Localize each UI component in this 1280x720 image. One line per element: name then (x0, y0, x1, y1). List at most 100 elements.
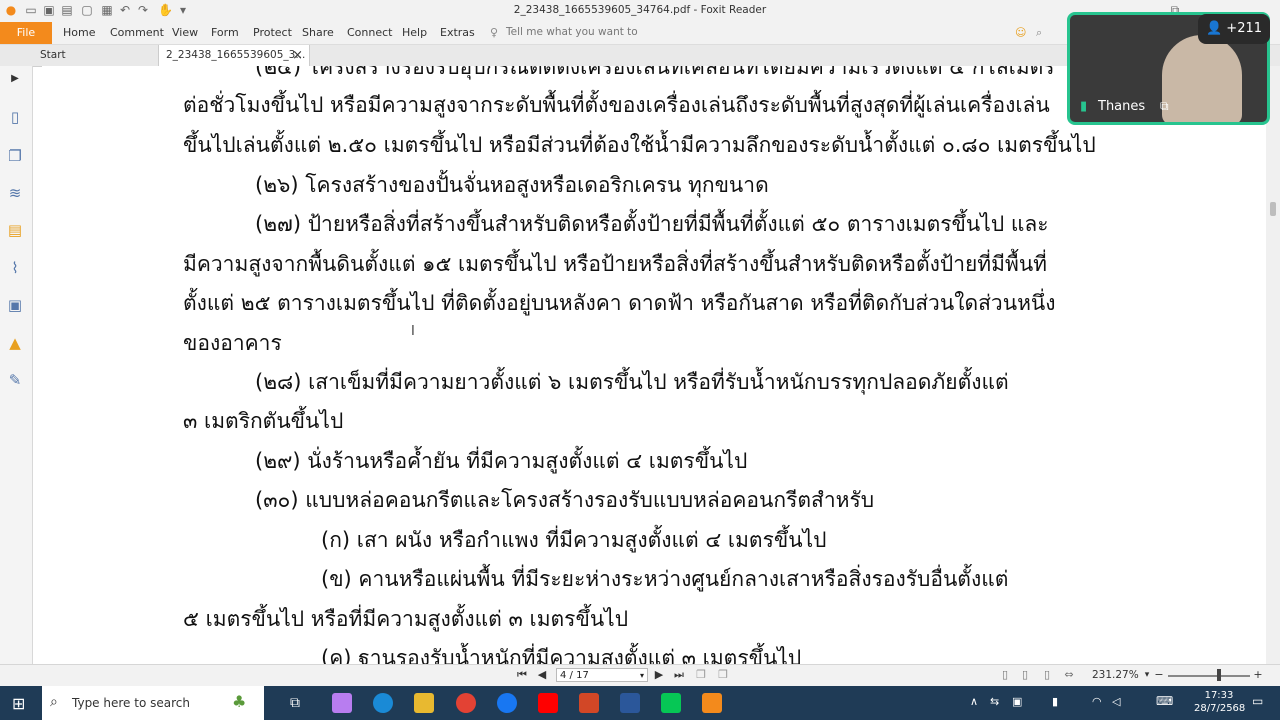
expand-arrow-icon[interactable]: ▶ (6, 70, 24, 88)
clock-date: 28/7/2568 (1194, 703, 1246, 714)
doc-line: (๒๗) ป้ายหรือสิ่งที่สร้างขึ้นสำหรับติดหร… (255, 212, 1049, 236)
line-icon[interactable] (661, 693, 681, 713)
chevron-down-icon[interactable]: ▾ (640, 669, 644, 683)
zoom-in-button[interactable]: + (1251, 668, 1265, 682)
tab-start[interactable]: Start (40, 45, 66, 66)
lock-icon[interactable]: ▲ (6, 334, 24, 352)
youtube-icon[interactable] (538, 693, 558, 713)
participant-count-badge[interactable]: 👤 +211 (1198, 14, 1270, 44)
next-page-icon[interactable]: ▶ (652, 668, 666, 682)
doc-line: (ข) คานหรือแผ่นพื้น ที่มีระยะห่างระหว่าง… (321, 567, 1009, 591)
doc-line: ๓ เมตริกตันขึ้นไป (183, 409, 344, 433)
comments-icon[interactable]: ▤ (6, 221, 24, 239)
tab-document-label: 2_23438_1665539605_3... (166, 49, 306, 61)
doc-line: มีความสูงจากพื้นดินตั้งแต่ ๑๕ เมตรขึ้นไป… (183, 252, 1048, 276)
close-icon[interactable]: × (292, 45, 303, 66)
menu-help[interactable]: Help (402, 26, 427, 39)
powerpoint-icon[interactable] (579, 693, 599, 713)
file-explorer-icon[interactable] (414, 693, 434, 713)
task-view-icon[interactable]: ⧉ (290, 695, 300, 711)
tab-document[interactable]: 2_23438_1665539605_3... × (158, 45, 310, 66)
bookmark-icon[interactable]: ▯ (6, 108, 24, 126)
continuous-view-icon[interactable]: ❐ (716, 668, 730, 682)
foxit-taskbar-icon[interactable] (702, 693, 722, 713)
attachment-icon[interactable]: ⌇ (6, 259, 24, 277)
page-indicator: 4 / 17 (560, 670, 589, 681)
menu-home[interactable]: Home (63, 26, 95, 39)
tools-icon[interactable]: ✎ (6, 371, 24, 389)
pages-icon[interactable]: ❐ (6, 147, 24, 165)
edge-icon[interactable] (373, 693, 393, 713)
network-icon[interactable]: ⇆ (990, 695, 999, 708)
doc-line: ต่อชั่วโมงขึ้นไป หรือมีความสูงจากระดับพื… (183, 93, 1050, 117)
page-number-field[interactable]: 4 / 17 ▾ (556, 668, 648, 682)
file-tab[interactable]: File (0, 22, 52, 44)
copilot-icon[interactable] (332, 693, 352, 713)
doc-line: ของอาคาร (183, 331, 282, 355)
doc-line: ขึ้นไปเล่นตั้งแต่ ๒.๕๐ เมตรขึ้นไป หรือมี… (183, 133, 1096, 157)
tell-me-search[interactable]: Tell me what you want to (506, 26, 638, 38)
doc-line: (๒๘) เสาเข็มที่มีความยาวตั้งแต่ ๖ เมตรขึ… (255, 370, 1009, 394)
zoom-level[interactable]: 231.27% (1092, 669, 1139, 681)
doc-line: (ค) ฐานรองรับน้ำหนักที่มีความสูงตั้งแต่ … (321, 646, 802, 664)
wifi-icon[interactable]: ◠ (1092, 695, 1102, 708)
plant-icon: ♣ (232, 692, 247, 711)
fit-width-icon[interactable]: ⇔ (1062, 668, 1076, 682)
doc-line: ๕ เมตรขึ้นไป หรือที่มีความสูงตั้งแต่ ๓ เ… (183, 607, 629, 631)
menu-share[interactable]: Share (302, 26, 334, 39)
windows-start-icon[interactable]: ⊞ (12, 694, 25, 713)
first-page-icon[interactable]: ⏮ (515, 668, 529, 682)
tray-app-icon[interactable]: ▣ (1012, 695, 1022, 708)
find-icon[interactable]: ⌕ (1036, 26, 1042, 40)
signature-icon[interactable]: ▣ (6, 296, 24, 314)
notification-icon[interactable]: ▭ (1252, 694, 1263, 708)
doc-line: (ก) เสา ผนัง หรือกำแพง ที่มีความสูงตั้งแ… (321, 528, 827, 552)
menu-comment[interactable]: Comment (110, 26, 164, 39)
word-icon[interactable] (620, 693, 640, 713)
search-icon: ⌕ (50, 694, 58, 710)
search-placeholder: Type here to search (72, 696, 190, 710)
pdf-page: (๒๕) โครงสร้างรองรับอุปกรณ์ติดตั้งเครื่อ… (42, 66, 1264, 664)
layers-icon[interactable]: ≋ (6, 184, 24, 202)
zoom-slider[interactable] (1168, 675, 1250, 677)
facebook-icon[interactable] (497, 693, 517, 713)
participant-name: Thanes (1098, 99, 1146, 114)
participant-face (1162, 35, 1242, 122)
microphone-icon[interactable]: ▮ (1052, 695, 1058, 708)
last-page-icon[interactable]: ⏭ (672, 668, 686, 682)
doc-line: (๒๕) โครงสร้างรองรับอุปกรณ์ติดตั้งเครื่อ… (255, 66, 1055, 79)
keyboard-icon[interactable]: ⌨ (1156, 694, 1173, 708)
menu-protect[interactable]: Protect (253, 26, 292, 39)
participant-count: +211 (1226, 21, 1263, 36)
menu-form[interactable]: Form (211, 26, 239, 39)
status-bar: ⏮ ◀ 4 / 17 ▾ ▶ ⏭ ❐ ❐ ▯ ▯ ▯ ⇔ 231.27% ▾ −… (0, 664, 1280, 687)
doc-line: ตั้งแต่ ๒๕ ตารางเมตรขึ้นไป ที่ติดตั้งอยู… (183, 291, 1056, 315)
volume-icon[interactable]: ◁ (1112, 695, 1120, 708)
navigation-sidebar: ▶ ▯ ❐ ≋ ▤ ⌇ ▣ ▲ ✎ (0, 66, 33, 664)
mic-icon: ▮ (1080, 99, 1088, 114)
zoom-out-button[interactable]: − (1152, 668, 1166, 682)
lightbulb-icon: ♀ (490, 26, 499, 39)
chrome-icon[interactable] (456, 693, 476, 713)
taskbar-search[interactable]: ⌕ Type here to search ♣ (42, 686, 264, 720)
clock-time: 17:33 (1204, 690, 1234, 701)
continuous-page-icon[interactable]: ▯ (1018, 668, 1032, 682)
vertical-scrollbar[interactable] (1266, 66, 1280, 664)
doc-line: (๒๖) โครงสร้างของปั้นจั่นหอสูงหรือเดอริก… (255, 173, 769, 197)
system-clock[interactable]: 17:33 28/7/2568 (1194, 689, 1246, 715)
smiley-icon[interactable]: ☺ (1015, 26, 1026, 39)
menu-connect[interactable]: Connect (347, 26, 392, 39)
zoom-slider-thumb[interactable] (1217, 669, 1221, 681)
share-screen-icon[interactable]: ⧉ (1160, 99, 1169, 114)
people-icon: 👤 (1205, 21, 1223, 36)
single-page-icon[interactable]: ▯ (998, 668, 1012, 682)
text-cursor-icon: I (411, 324, 415, 339)
single-page-view-icon[interactable]: ❐ (694, 668, 708, 682)
scroll-thumb[interactable] (1270, 202, 1276, 216)
tray-chevron-icon[interactable]: ∧ (970, 695, 978, 708)
doc-line: (๓๐) แบบหล่อคอนกรีตและโครงสร้างรองรับแบบ… (255, 488, 875, 512)
menu-view[interactable]: View (172, 26, 198, 39)
facing-page-icon[interactable]: ▯ (1040, 668, 1054, 682)
previous-page-icon[interactable]: ◀ (535, 668, 549, 682)
menu-extras[interactable]: Extras (440, 26, 475, 39)
